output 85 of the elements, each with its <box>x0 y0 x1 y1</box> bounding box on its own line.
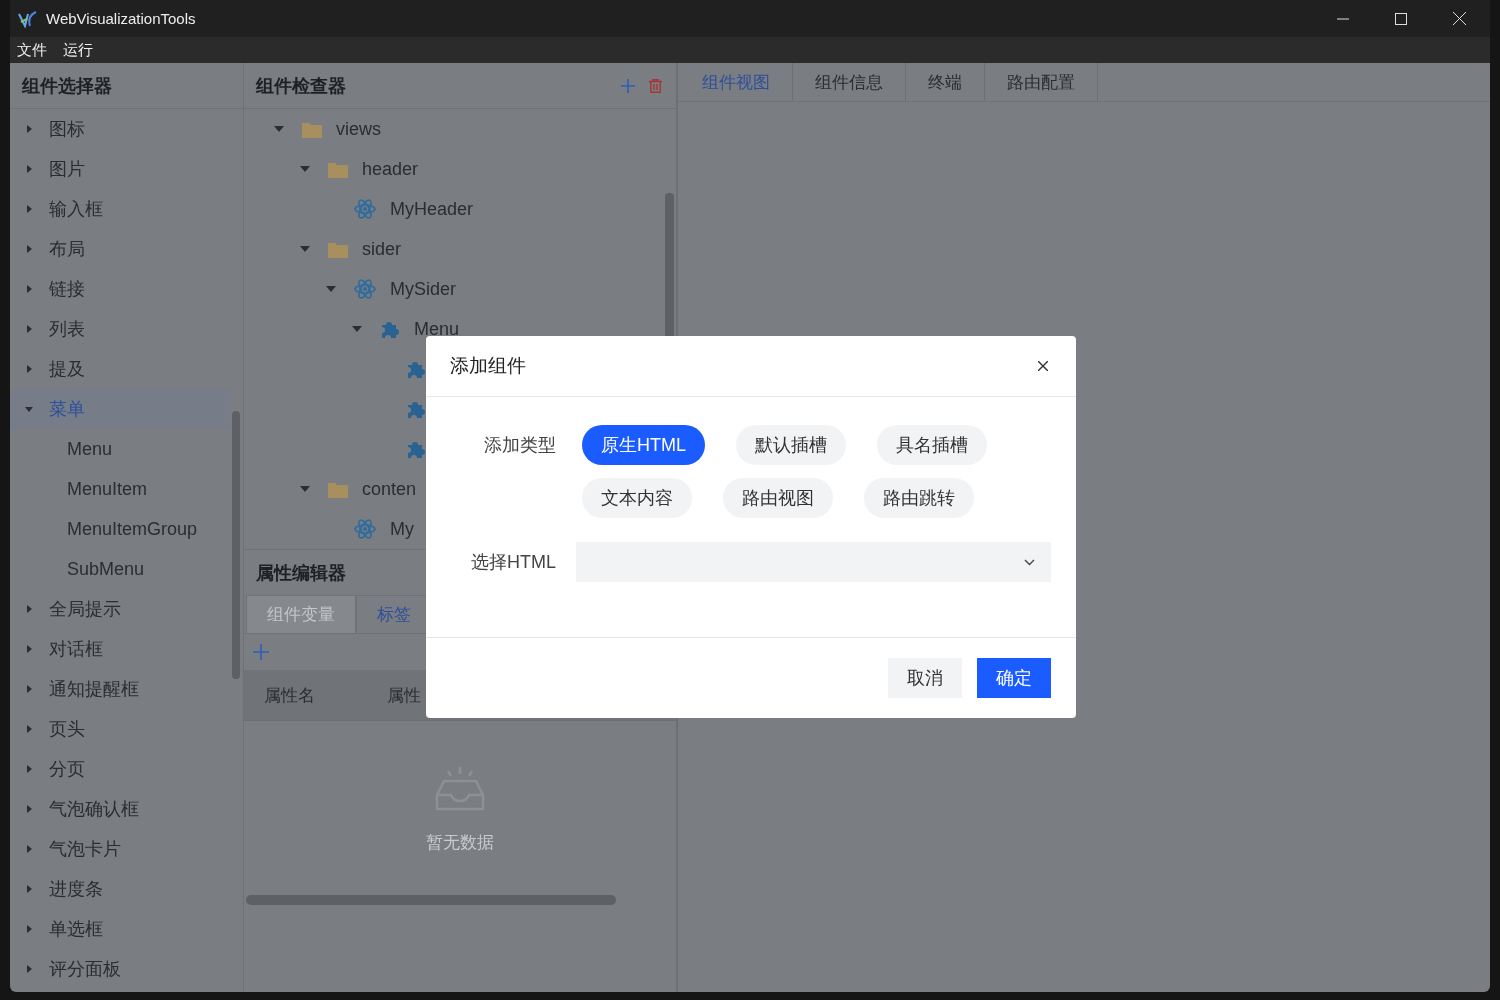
tree-item[interactable]: MenuItem <box>10 469 231 509</box>
tab[interactable]: 路由配置 <box>985 63 1098 101</box>
empty-state-text: 暂无数据 <box>426 832 494 854</box>
tree-item[interactable]: MyHeader <box>390 198 474 220</box>
type-option-button[interactable]: 文本内容 <box>582 478 692 518</box>
caret-icon[interactable] <box>25 365 33 373</box>
tree-item[interactable]: views <box>336 118 381 140</box>
type-option-button[interactable]: 原生HTML <box>582 425 705 465</box>
tab[interactable]: 终端 <box>906 63 985 101</box>
panel-title: 组件选择器 <box>22 74 112 98</box>
app-logo-icon <box>18 9 38 28</box>
field-label: 选择HTML <box>470 551 556 574</box>
tree-item[interactable]: 通知提醒框 <box>10 669 231 709</box>
caret-icon[interactable] <box>274 125 284 133</box>
menu-item[interactable]: 运行 <box>63 40 93 60</box>
window-title: WebVisualizationTools <box>46 10 196 27</box>
caret-icon[interactable] <box>25 805 33 813</box>
tree-item[interactable]: 分页 <box>10 749 231 789</box>
tree-item[interactable]: 提及 <box>10 349 231 389</box>
tree-item[interactable]: 输入框 <box>10 189 231 229</box>
caret-icon[interactable] <box>25 965 33 973</box>
caret-icon[interactable] <box>300 245 310 253</box>
column-header: 属性 <box>387 684 421 707</box>
type-option-button[interactable]: 路由跳转 <box>864 478 974 518</box>
maximize-icon[interactable] <box>1395 12 1407 25</box>
tree-item[interactable]: 进度条 <box>10 869 231 909</box>
caret-icon[interactable] <box>25 845 33 853</box>
html-select-field[interactable] <box>576 542 1051 582</box>
tree-item[interactable]: conten <box>362 478 417 500</box>
tree-item[interactable]: 图标 <box>10 109 231 149</box>
caret-icon[interactable] <box>25 405 33 413</box>
tree-item[interactable]: My <box>390 518 414 540</box>
caret-icon[interactable] <box>326 285 336 293</box>
tree-item[interactable]: 气泡确认框 <box>10 789 231 829</box>
caret-icon[interactable] <box>25 285 33 293</box>
tab[interactable]: 组件信息 <box>793 63 906 101</box>
scrollbar[interactable] <box>246 895 616 905</box>
tree-item[interactable]: 气泡卡片 <box>10 829 231 869</box>
field-label: 添加类型 <box>483 434 556 457</box>
tree-item[interactable]: 评分面板 <box>10 949 231 989</box>
caret-icon[interactable] <box>25 725 33 733</box>
tree-item[interactable]: 布局 <box>10 229 231 269</box>
tree-item[interactable]: MySider <box>390 278 456 300</box>
column-header: 属性名 <box>264 684 315 707</box>
tab[interactable]: 组件视图 <box>680 63 793 101</box>
tree-item[interactable]: 页头 <box>10 709 231 749</box>
type-option-button[interactable]: 默认插槽 <box>736 425 846 465</box>
caret-icon[interactable] <box>25 765 33 773</box>
menu-item[interactable]: 文件 <box>17 40 47 60</box>
tree-item[interactable]: sider <box>362 238 401 260</box>
tree-item[interactable]: 链接 <box>10 269 231 309</box>
tree-item[interactable]: 对话框 <box>10 629 231 669</box>
dialog-title: 添加组件 <box>450 354 526 378</box>
caret-icon[interactable] <box>25 605 33 613</box>
close-icon[interactable] <box>1038 361 1048 371</box>
panel-title: 属性编辑器 <box>256 561 346 585</box>
tree-item[interactable]: 全局提示 <box>10 589 231 629</box>
caret-icon[interactable] <box>25 165 33 173</box>
tree-item[interactable]: 菜单 <box>10 389 231 429</box>
tree-item[interactable]: Menu <box>414 318 460 340</box>
caret-icon[interactable] <box>25 205 33 213</box>
type-option-button[interactable]: 路由视图 <box>723 478 833 518</box>
type-option-button[interactable]: 具名插槽 <box>877 425 987 465</box>
tree-item[interactable]: header <box>362 158 419 180</box>
caret-icon[interactable] <box>25 645 33 653</box>
caret-icon[interactable] <box>300 165 310 173</box>
chevron-down-icon <box>1024 558 1035 566</box>
tree-item[interactable]: 列表 <box>10 309 231 349</box>
tree-item[interactable]: 单选框 <box>10 909 231 949</box>
caret-icon[interactable] <box>25 925 33 933</box>
tree-item[interactable]: MenuItemGroup <box>10 509 231 549</box>
caret-icon[interactable] <box>25 885 33 893</box>
caret-icon[interactable] <box>25 125 33 133</box>
caret-icon[interactable] <box>300 485 310 493</box>
cancel-button[interactable]: 取消 <box>888 658 962 698</box>
tree-item[interactable]: 图片 <box>10 149 231 189</box>
scrollbar[interactable] <box>232 411 240 679</box>
caret-icon[interactable] <box>352 325 362 333</box>
tree-item[interactable]: SubMenu <box>10 549 231 589</box>
caret-icon[interactable] <box>25 245 33 253</box>
caret-icon[interactable] <box>25 685 33 693</box>
confirm-button[interactable]: 确定 <box>977 658 1051 698</box>
tree-item[interactable]: Menu <box>10 429 231 469</box>
caret-icon[interactable] <box>25 325 33 333</box>
panel-title: 组件检查器 <box>256 74 346 98</box>
